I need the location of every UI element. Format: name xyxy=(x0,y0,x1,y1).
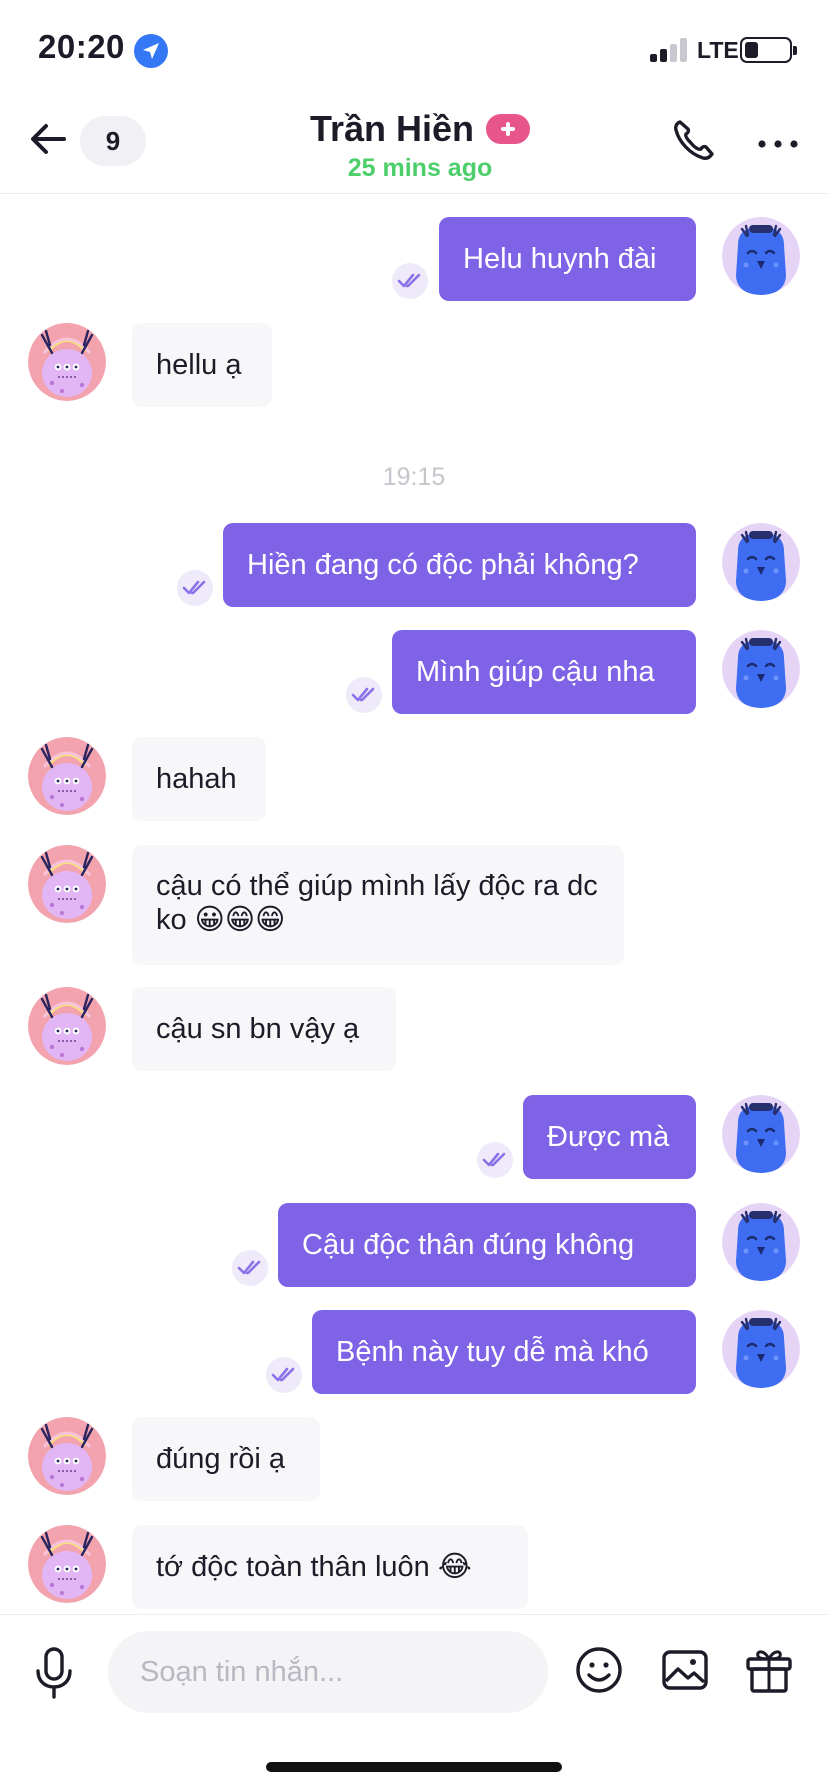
read-receipt-icon xyxy=(392,263,428,299)
avatar[interactable] xyxy=(28,987,106,1065)
avatar[interactable] xyxy=(722,1095,800,1173)
gift-icon[interactable] xyxy=(744,1643,794,1695)
battery-icon xyxy=(740,37,797,63)
contact-info[interactable]: Trần Hiền 25 mins ago xyxy=(250,108,590,183)
phone-icon[interactable] xyxy=(670,116,718,164)
microphone-icon[interactable] xyxy=(30,1645,78,1701)
composer-bar xyxy=(0,1614,828,1744)
read-receipt-icon xyxy=(232,1250,268,1286)
location-arrow-icon xyxy=(134,34,168,68)
avatar[interactable] xyxy=(722,523,800,601)
message-timestamp: 19:15 xyxy=(382,463,446,491)
plus-badge-icon xyxy=(486,114,531,144)
read-receipt-icon xyxy=(177,570,213,606)
avatar[interactable] xyxy=(28,1417,106,1495)
more-icon[interactable] xyxy=(752,116,804,164)
status-time: 20:20 xyxy=(38,28,125,65)
message-bubble-outgoing[interactable]: Bệnh này tuy dễ mà khó xyxy=(312,1310,696,1394)
avatar[interactable] xyxy=(722,1310,800,1388)
avatar[interactable] xyxy=(722,217,800,295)
last-seen-status: 25 mins ago xyxy=(347,154,493,182)
message-bubble-incoming[interactable]: cậu có thể giúp mình lấy độc ra dc ko 😀😁… xyxy=(132,845,624,965)
contact-name: Trần Hiền xyxy=(309,108,475,149)
cellular-signal-icon xyxy=(650,38,692,62)
message-bubble-outgoing[interactable]: Cậu độc thân đúng không xyxy=(278,1203,696,1287)
read-receipt-icon xyxy=(477,1142,513,1178)
back-arrow-icon[interactable] xyxy=(26,116,72,162)
status-bar: 20:20 LTE xyxy=(0,0,828,96)
emoji-icon[interactable] xyxy=(574,1645,624,1695)
message-bubble-outgoing[interactable]: Hiền đang có độc phải không? xyxy=(223,523,696,607)
message-list[interactable]: Helu huynh đài hellu ạ 19:15 Hiền đang c… xyxy=(0,195,828,1615)
avatar[interactable] xyxy=(722,630,800,708)
message-bubble-incoming[interactable]: cậu sn bn vậy ạ xyxy=(132,987,396,1071)
avatar[interactable] xyxy=(28,737,106,815)
chat-header: 9 Trần Hiền 25 mins ago xyxy=(0,96,828,194)
unread-count-badge[interactable]: 9 xyxy=(80,116,146,166)
message-bubble-outgoing[interactable]: Helu huynh đài xyxy=(439,217,696,301)
read-receipt-icon xyxy=(346,677,382,713)
message-bubble-outgoing[interactable]: Mình giúp cậu nha xyxy=(392,630,696,714)
message-input[interactable] xyxy=(108,1631,548,1713)
read-receipt-icon xyxy=(266,1357,302,1393)
message-bubble-incoming[interactable]: đúng rồi ạ xyxy=(132,1417,320,1501)
message-bubble-incoming[interactable]: tớ độc toàn thân luôn 😂 xyxy=(132,1525,528,1609)
message-bubble-incoming[interactable]: hellu ạ xyxy=(132,323,272,407)
photo-icon[interactable] xyxy=(660,1645,710,1695)
message-bubble-outgoing[interactable]: Được mà xyxy=(523,1095,696,1179)
home-indicator[interactable] xyxy=(266,1762,562,1772)
avatar[interactable] xyxy=(722,1203,800,1281)
avatar[interactable] xyxy=(28,1525,106,1603)
network-type: LTE xyxy=(697,37,739,63)
avatar[interactable] xyxy=(28,845,106,923)
message-bubble-incoming[interactable]: hahah xyxy=(132,737,266,821)
avatar[interactable] xyxy=(28,323,106,401)
